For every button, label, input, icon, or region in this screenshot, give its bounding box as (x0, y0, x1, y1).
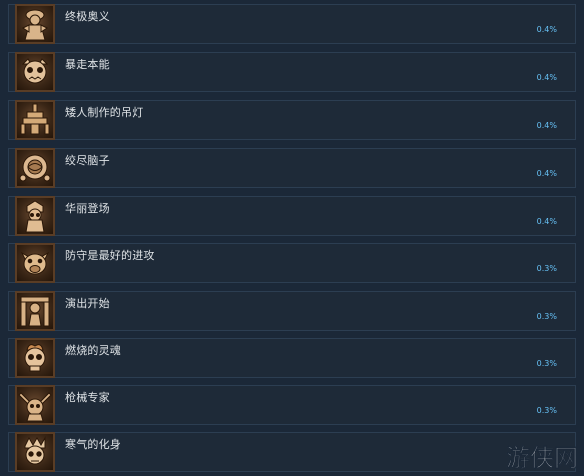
achievement-list: 终极奥义 0.4% 暴走本能 0.4% 矮人制作的吊灯 0.4% 绞尽脑子 0.… (0, 0, 584, 476)
achievement-title: 演出开始 (65, 297, 110, 310)
dwarf-warrior-icon (15, 196, 55, 236)
achievement-row[interactable]: 演出开始 0.3% (8, 291, 576, 331)
achievement-row[interactable]: 寒气的化身 (8, 432, 576, 472)
achievement-title: 燃烧的灵魂 (65, 344, 121, 357)
achievement-row[interactable]: 终极奥义 0.4% (8, 4, 576, 44)
achievement-percent: 0.3% (536, 264, 557, 273)
achievement-title: 终极奥义 (65, 10, 110, 23)
beast-skull-icon (15, 52, 55, 92)
boar-head-icon (15, 243, 55, 283)
achievement-percent: 0.4% (536, 217, 557, 226)
gun-crest-icon (15, 385, 55, 425)
watermark-logo: 游侠网 (504, 438, 580, 474)
achievement-title: 绞尽脑子 (65, 154, 110, 167)
achievement-title: 暴走本能 (65, 58, 110, 71)
achievement-percent: 0.4% (536, 169, 557, 178)
achievement-title: 寒气的化身 (65, 438, 121, 451)
achievement-row[interactable]: 枪械专家 0.3% (8, 385, 576, 425)
achievement-percent: 0.3% (536, 312, 557, 321)
achievement-percent: 0.4% (536, 73, 557, 82)
burning-skull-icon (15, 338, 55, 378)
achievement-row[interactable]: 矮人制作的吊灯 0.4% (8, 100, 576, 140)
achievement-title: 华丽登场 (65, 202, 110, 215)
achievement-row[interactable]: 绞尽脑子 0.4% (8, 148, 576, 188)
stage-figure-icon (15, 291, 55, 331)
achievement-title: 枪械专家 (65, 391, 110, 404)
svg-text:游侠网: 游侠网 (506, 444, 578, 472)
brain-creature-icon (15, 148, 55, 188)
achievement-row[interactable]: 华丽登场 0.4% (8, 196, 576, 236)
achievement-row[interactable]: 防守是最好的进攻 0.3% (8, 243, 576, 283)
achievement-row[interactable]: 暴走本能 0.4% (8, 52, 576, 92)
achievement-percent: 0.3% (536, 359, 557, 368)
achievement-percent: 0.4% (536, 121, 557, 130)
achievement-title: 防守是最好的进攻 (65, 249, 155, 262)
achievement-percent: 0.4% (536, 25, 557, 34)
frost-skull-icon (15, 432, 55, 472)
achievement-row[interactable]: 燃烧的灵魂 0.3% (8, 338, 576, 378)
achievement-percent: 0.3% (536, 406, 557, 415)
achievement-title: 矮人制作的吊灯 (65, 106, 144, 119)
robed-figure-icon (15, 4, 55, 44)
chandelier-icon (15, 100, 55, 140)
